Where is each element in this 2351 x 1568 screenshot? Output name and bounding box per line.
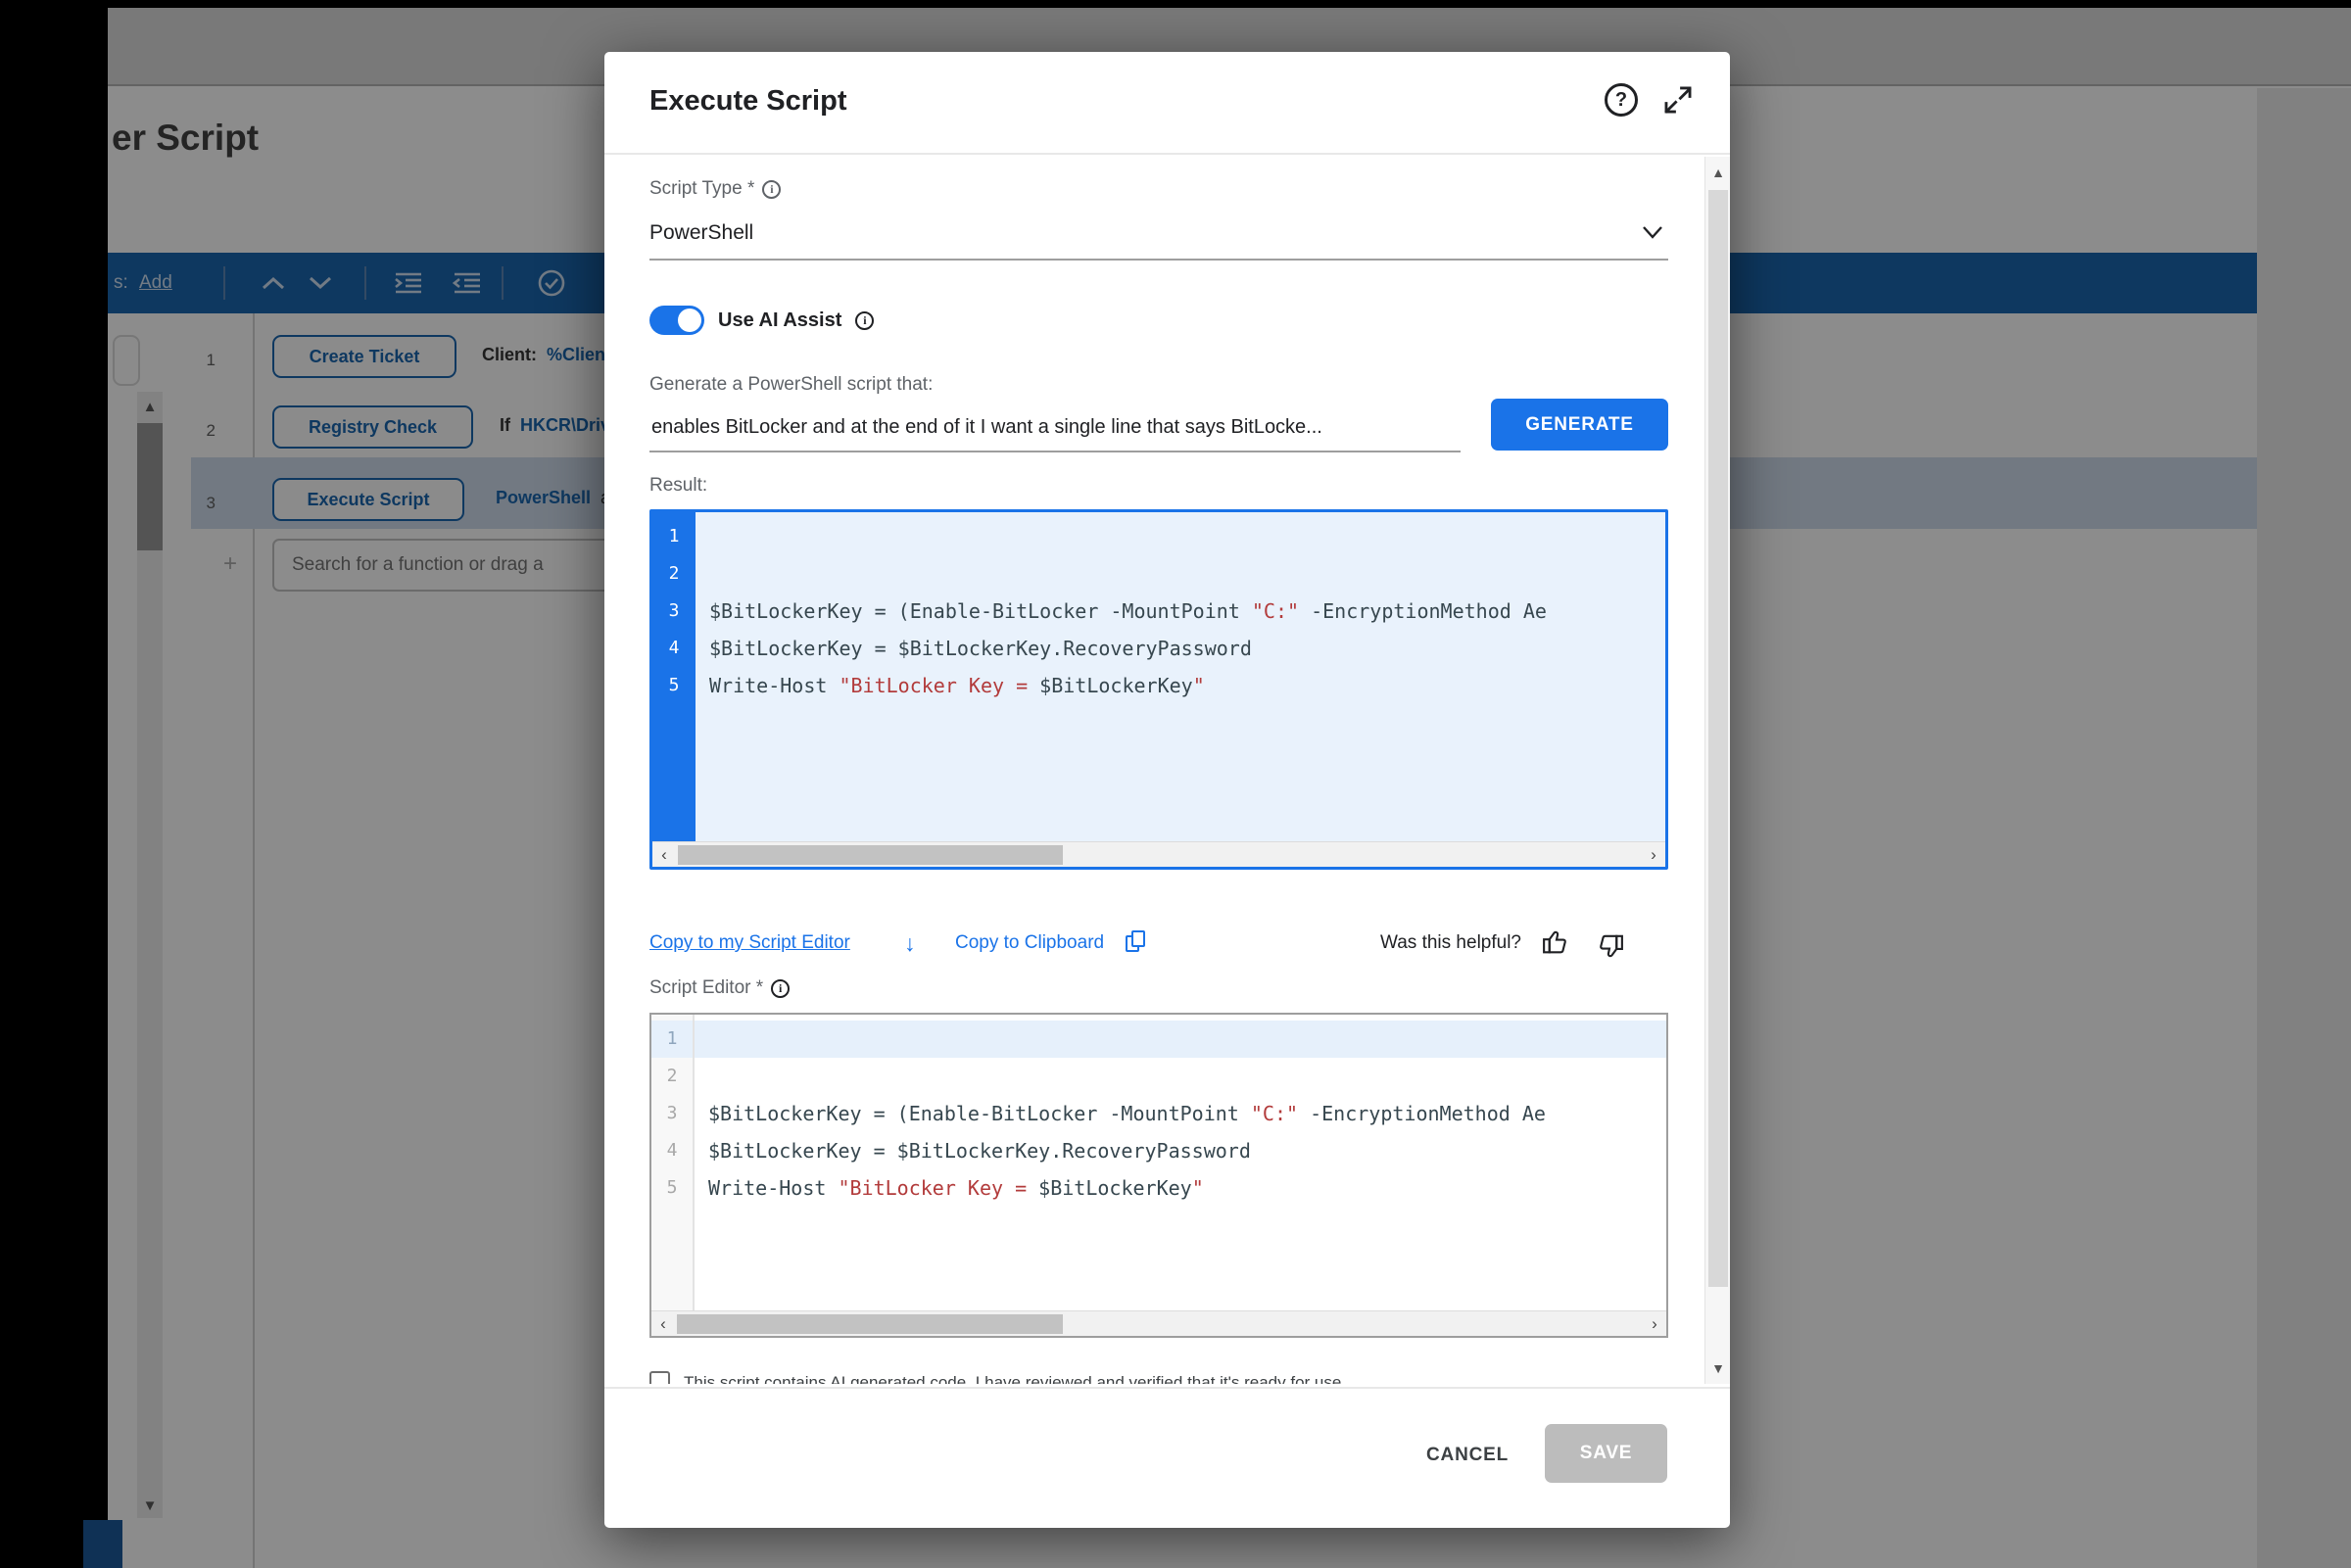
line-number: 5: [651, 1169, 693, 1207]
chevron-down-icon: [1641, 225, 1664, 241]
result-code-editor[interactable]: 12345 $BitLockerKey = (Enable-BitLocker …: [649, 509, 1668, 870]
script-code-editor[interactable]: 12345 $BitLockerKey = (Enable-BitLocker …: [649, 1013, 1668, 1338]
line-number: 5: [652, 667, 696, 704]
save-button[interactable]: SAVE: [1545, 1424, 1667, 1483]
script-editor-code: $BitLockerKey = (Enable-BitLocker -Mount…: [695, 1015, 1666, 1310]
scroll-down-icon[interactable]: ▼︎: [1705, 1356, 1730, 1380]
result-actions-row: Copy to my Script Editor ↓ Copy to Clipb…: [649, 928, 1668, 962]
generate-label: Generate a PowerShell script that:: [649, 374, 933, 396]
line-number: 1: [651, 1021, 693, 1058]
ai-ack-label: This script contains AI generated code. …: [684, 1371, 1346, 1384]
script-editor-label: Script Editor * i: [649, 977, 790, 999]
copy-to-editor-link[interactable]: Copy to my Script Editor: [649, 932, 850, 954]
result-hscrollbar[interactable]: ‹ ›: [652, 841, 1665, 867]
info-icon[interactable]: i: [855, 311, 874, 330]
code-line: [695, 1021, 1666, 1058]
copy-to-clipboard-link[interactable]: Copy to Clipboard: [955, 932, 1104, 954]
thumbs-up-icon[interactable]: [1541, 927, 1570, 956]
line-number: 2: [651, 1058, 693, 1095]
ai-ack-checkbox[interactable]: [649, 1371, 670, 1384]
generate-prompt-input[interactable]: [649, 404, 1461, 452]
vscrollbar-thumb[interactable]: [1708, 190, 1728, 1287]
code-line: $BitLockerKey = $BitLockerKey.RecoveryPa…: [709, 630, 1665, 667]
ai-assist-label: Use AI Assist: [718, 309, 841, 332]
script-type-label-text: Script Type *: [649, 178, 754, 200]
toggle-knob: [678, 309, 701, 332]
dialog-title: Execute Script: [649, 85, 846, 118]
ai-ack-row: This script contains AI generated code. …: [649, 1371, 1668, 1384]
script-editor-main: 12345 $BitLockerKey = (Enable-BitLocker …: [651, 1015, 1666, 1310]
info-icon[interactable]: i: [762, 180, 781, 199]
scroll-up-icon[interactable]: ▲︎: [1705, 161, 1730, 184]
hscrollbar-thumb[interactable]: [678, 845, 1063, 865]
line-number: 3: [652, 593, 696, 630]
ai-assist-toggle[interactable]: [649, 306, 704, 335]
result-label-text: Result:: [649, 475, 707, 497]
screen: er Script s: Add: [0, 0, 2351, 1568]
helpful-label: Was this helpful?: [1380, 932, 1521, 954]
code-line: [709, 555, 1665, 593]
code-line: Write-Host "BitLocker Key = $BitLockerKe…: [709, 667, 1665, 704]
code-line: [709, 518, 1665, 555]
line-number: 1: [652, 518, 696, 555]
result-editor-gutter: 12345: [652, 512, 696, 841]
code-line: $BitLockerKey = (Enable-BitLocker -Mount…: [708, 1095, 1666, 1132]
result-label: Result:: [649, 475, 707, 497]
cancel-button[interactable]: CANCEL: [1420, 1444, 1514, 1467]
ai-assist-row: Use AI Assist i: [649, 304, 874, 337]
hscrollbar-thumb[interactable]: [677, 1314, 1063, 1334]
script-editor-label-text: Script Editor *: [649, 977, 763, 999]
line-number: 3: [651, 1095, 693, 1132]
info-icon[interactable]: i: [771, 979, 790, 998]
result-editor-code: $BitLockerKey = (Enable-BitLocker -Mount…: [696, 512, 1665, 841]
dialog-vscrollbar[interactable]: ▲︎ ▼︎: [1704, 157, 1730, 1384]
scroll-right-icon[interactable]: ›: [1642, 842, 1665, 868]
code-line: [708, 1058, 1666, 1095]
generate-button[interactable]: GENERATE: [1491, 399, 1668, 451]
code-line: Write-Host "BitLocker Key = $BitLockerKe…: [708, 1169, 1666, 1207]
script-type-value: PowerShell: [649, 221, 753, 245]
scroll-right-icon[interactable]: ›: [1643, 1311, 1666, 1337]
code-line: $BitLockerKey = (Enable-BitLocker -Mount…: [709, 593, 1665, 630]
result-editor-main: 12345 $BitLockerKey = (Enable-BitLocker …: [652, 512, 1665, 841]
download-arrow-icon: ↓: [904, 930, 916, 957]
script-type-label: Script Type * i: [649, 178, 781, 200]
dialog-header: Execute Script ?: [604, 52, 1730, 155]
generate-label-text: Generate a PowerShell script that:: [649, 374, 933, 396]
code-line: $BitLockerKey = $BitLockerKey.RecoveryPa…: [708, 1132, 1666, 1169]
line-number: 2: [652, 555, 696, 593]
help-icon[interactable]: ?: [1605, 83, 1638, 117]
script-hscrollbar[interactable]: ‹ ›: [651, 1310, 1666, 1336]
dialog-scroll-area: Script Type * i PowerShell Use AI Assist…: [604, 157, 1730, 1384]
thumbs-down-icon[interactable]: [1596, 932, 1625, 962]
line-number: 4: [652, 630, 696, 667]
scroll-left-icon[interactable]: ‹: [651, 1311, 675, 1337]
expand-icon[interactable]: [1661, 83, 1695, 117]
script-type-select[interactable]: PowerShell: [649, 214, 1668, 261]
line-number: 4: [651, 1132, 693, 1169]
copy-icon: [1126, 930, 1149, 956]
dialog-footer: CANCEL SAVE: [604, 1387, 1730, 1528]
execute-script-dialog: Execute Script ? Script Type * i PowerSh…: [604, 52, 1730, 1528]
scroll-left-icon[interactable]: ‹: [652, 842, 676, 868]
script-editor-gutter: 12345: [651, 1015, 695, 1310]
